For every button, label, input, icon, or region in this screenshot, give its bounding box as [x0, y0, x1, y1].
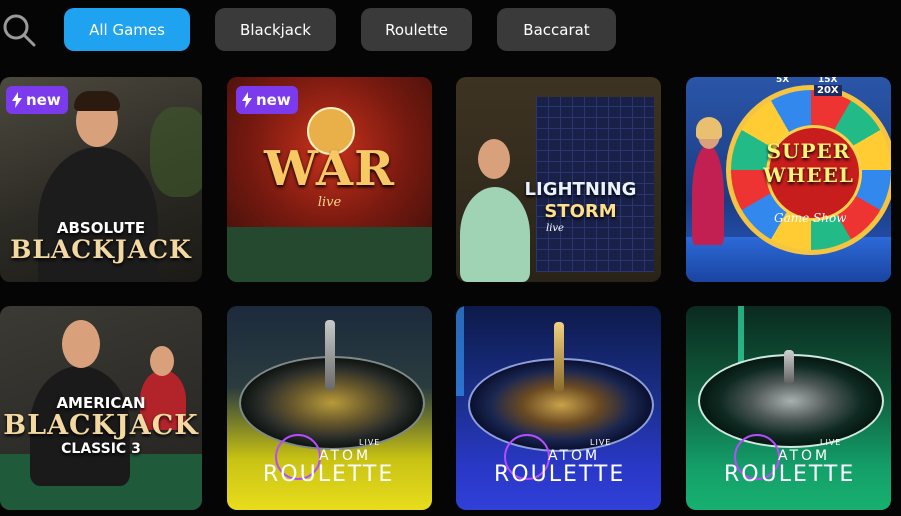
game-card-atom-roulette-yellow[interactable]: LIVE ATOM ROULETTE	[227, 306, 432, 510]
filter-blackjack[interactable]: Blackjack	[215, 8, 336, 51]
filter-all-games[interactable]: All Games	[64, 8, 190, 51]
wheel-spindle	[554, 322, 564, 392]
new-badge-label: new	[256, 91, 291, 109]
new-badge: new	[6, 86, 68, 114]
wheel-spindle	[325, 320, 335, 390]
game-title-line2: BLACKJACK	[10, 235, 192, 264]
game-title-line3: live	[546, 223, 564, 234]
game-title-line2: BLACKJACK	[3, 410, 199, 441]
game-title-line3: Game Show	[774, 211, 847, 225]
multiplier-label: 5X	[776, 77, 790, 85]
table-felt	[227, 227, 432, 282]
live-label: LIVE	[820, 438, 842, 447]
game-card-atom-roulette-blue[interactable]: LIVE ATOM ROULETTE	[456, 306, 661, 510]
live-label: LIVE	[359, 438, 381, 447]
filter-roulette[interactable]: Roulette	[361, 8, 472, 51]
game-card-super-wheel[interactable]: SUPER WHEEL Game Show 20X 15X 5X	[686, 77, 891, 282]
game-title-line1: SUPER	[766, 139, 851, 163]
game-card-american-blackjack-classic-3[interactable]: AMERICAN BLACKJACK CLASSIC 3	[0, 306, 202, 510]
game-card-lightning-storm[interactable]: LIGHTNING STORM live	[456, 77, 661, 282]
search-icon[interactable]	[2, 13, 36, 47]
lightning-icon	[12, 92, 22, 108]
plant-decor	[150, 107, 202, 197]
game-card-absolute-blackjack[interactable]: ABSOLUTE BLACKJACK new	[0, 77, 202, 282]
roulette-label: ROULETTE	[494, 462, 626, 487]
game-title-line1: LIGHTNING	[524, 179, 637, 200]
game-title-line2: STORM	[544, 201, 617, 222]
wheel-spindle	[784, 350, 794, 384]
game-title-line1: WAR	[264, 141, 395, 197]
roulette-label: ROULETTE	[724, 462, 856, 487]
multiplier-label: 15X	[818, 77, 838, 85]
multiplier-label: 20X	[814, 85, 842, 96]
game-card-war[interactable]: WAR live new	[227, 77, 432, 282]
game-title-line3: CLASSIC 3	[61, 441, 141, 457]
new-badge: new	[236, 86, 298, 114]
new-badge-label: new	[26, 91, 61, 109]
light-bar	[456, 306, 464, 396]
game-title-line2: live	[317, 195, 342, 210]
game-title-line2: WHEEL	[763, 163, 854, 187]
filter-baccarat[interactable]: Baccarat	[497, 8, 616, 51]
live-label: LIVE	[590, 438, 612, 447]
roulette-label: ROULETTE	[263, 462, 395, 487]
lightning-icon	[242, 92, 252, 108]
game-card-atom-roulette-green[interactable]: LIVE ATOM ROULETTE	[686, 306, 891, 510]
